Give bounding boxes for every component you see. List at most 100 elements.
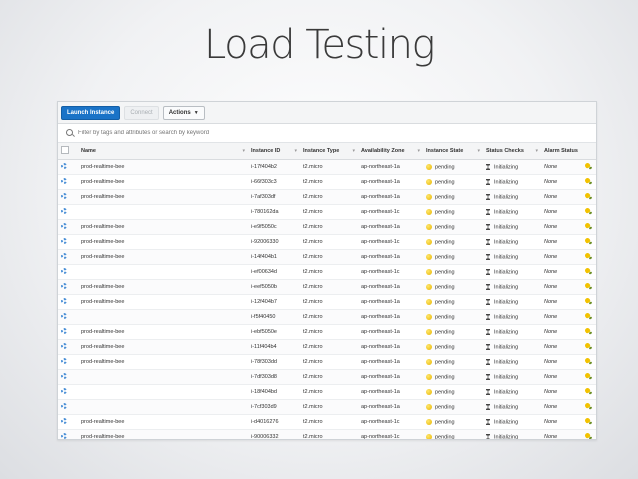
- cell-name[interactable]: [78, 309, 248, 325]
- table-row[interactable]: prod-realtime-bee i-14f404b1 t2.micro ap-no…: [58, 249, 596, 265]
- cell-instance-id[interactable]: i-d4016276: [248, 414, 300, 430]
- row-status-cell[interactable]: [58, 264, 78, 280]
- cell-instance-id[interactable]: i-7af303df: [248, 189, 300, 205]
- cell-name[interactable]: prod-realtime-bee: [78, 189, 248, 205]
- alarm-bell-icon[interactable]: [584, 252, 592, 260]
- row-status-cell[interactable]: [58, 354, 78, 370]
- cell-name[interactable]: prod-realtime-bee: [78, 219, 248, 235]
- row-status-cell[interactable]: [58, 159, 78, 175]
- table-row[interactable]: prod-realtime-bee i-11f404b4 t2.micro ap-no…: [58, 339, 596, 355]
- table-row[interactable]: i-7cf303d9 t2.micro ap-northeast-1a pending…: [58, 399, 596, 415]
- row-status-cell[interactable]: [58, 189, 78, 205]
- cell-alarm-action[interactable]: [581, 324, 596, 340]
- alarm-bell-icon[interactable]: [584, 207, 592, 215]
- cell-instance-id[interactable]: i-78f303dd: [248, 354, 300, 370]
- row-status-cell[interactable]: [58, 324, 78, 340]
- cell-alarm-action[interactable]: [581, 249, 596, 265]
- table-row[interactable]: prod-realtime-bee i-d4016276 t2.micro ap-no…: [58, 414, 596, 430]
- alarm-bell-icon[interactable]: [584, 387, 592, 395]
- table-row[interactable]: i-f5f40450 t2.micro ap-northeast-1a pending…: [58, 309, 596, 325]
- cell-instance-id[interactable]: i-17f404b2: [248, 159, 300, 175]
- cell-name[interactable]: prod-realtime-bee: [78, 414, 248, 430]
- cell-name[interactable]: prod-realtime-bee: [78, 249, 248, 265]
- cell-alarm-action[interactable]: [581, 159, 596, 175]
- alarm-bell-icon[interactable]: [584, 417, 592, 425]
- cell-name[interactable]: prod-realtime-bee: [78, 234, 248, 250]
- cell-name[interactable]: [78, 369, 248, 385]
- table-row[interactable]: prod-realtime-bee i-17f404b2 t2.micro ap-no…: [58, 159, 596, 175]
- alarm-bell-icon[interactable]: [584, 342, 592, 350]
- cell-alarm-action[interactable]: [581, 234, 596, 250]
- alarm-bell-icon[interactable]: [584, 282, 592, 290]
- cell-instance-id[interactable]: i-66f303c3: [248, 174, 300, 190]
- cell-name[interactable]: prod-realtime-bee: [78, 324, 248, 340]
- row-status-cell[interactable]: [58, 249, 78, 265]
- select-all-checkbox[interactable]: [61, 146, 69, 154]
- row-status-cell[interactable]: [58, 429, 78, 439]
- cell-instance-id[interactable]: i-f5f40450: [248, 309, 300, 325]
- alarm-bell-icon[interactable]: [584, 192, 592, 200]
- cell-alarm-action[interactable]: [581, 339, 596, 355]
- cell-name[interactable]: prod-realtime-bee: [78, 279, 248, 295]
- table-row[interactable]: prod-realtime-bee i-ebf5050e t2.micro ap-no…: [58, 324, 596, 340]
- row-status-cell[interactable]: [58, 399, 78, 415]
- cell-instance-id[interactable]: i-7df303d8: [248, 369, 300, 385]
- table-row[interactable]: i-18f404bd t2.micro ap-northeast-1a pending…: [58, 384, 596, 400]
- table-row[interactable]: i-7df303d8 t2.micro ap-northeast-1a pending…: [58, 369, 596, 385]
- cell-alarm-action[interactable]: [581, 264, 596, 280]
- table-row[interactable]: i-780162da t2.micro ap-northeast-1c pending…: [58, 204, 596, 220]
- table-row[interactable]: prod-realtime-bee i-eef5050b t2.micro ap-no…: [58, 279, 596, 295]
- table-row[interactable]: prod-realtime-bee i-12f404b7 t2.micro ap-no…: [58, 294, 596, 310]
- cell-name[interactable]: prod-realtime-bee: [78, 339, 248, 355]
- cell-instance-id[interactable]: i-7cf303d9: [248, 399, 300, 415]
- actions-dropdown[interactable]: Actions ▼: [162, 105, 205, 120]
- column-header-alarm-status[interactable]: Alarm Status: [541, 143, 596, 160]
- alarm-bell-icon[interactable]: [584, 297, 592, 305]
- cell-instance-id[interactable]: i-eef5050b: [248, 279, 300, 295]
- cell-instance-id[interactable]: i-90006332: [248, 429, 300, 439]
- cell-instance-id[interactable]: i-12f404b7: [248, 294, 300, 310]
- table-row[interactable]: prod-realtime-bee i-90006332 t2.micro ap-no…: [58, 429, 596, 439]
- cell-instance-id[interactable]: i-e9f5050c: [248, 219, 300, 235]
- cell-name[interactable]: prod-realtime-bee: [78, 354, 248, 370]
- table-row[interactable]: prod-realtime-bee i-7af303df t2.micro ap-no…: [58, 189, 596, 205]
- cell-instance-id[interactable]: i-11f404b4: [248, 339, 300, 355]
- alarm-bell-icon[interactable]: [584, 327, 592, 335]
- cell-alarm-action[interactable]: [581, 384, 596, 400]
- alarm-bell-icon[interactable]: [584, 372, 592, 380]
- alarm-bell-icon[interactable]: [584, 432, 592, 439]
- cell-alarm-action[interactable]: [581, 294, 596, 310]
- cell-alarm-action[interactable]: [581, 189, 596, 205]
- row-status-cell[interactable]: [58, 219, 78, 235]
- alarm-bell-icon[interactable]: [584, 177, 592, 185]
- alarm-bell-icon[interactable]: [584, 162, 592, 170]
- cell-name[interactable]: [78, 384, 248, 400]
- cell-instance-id[interactable]: i-92006330: [248, 234, 300, 250]
- table-row[interactable]: prod-realtime-bee i-92006330 t2.micro ap-no…: [58, 234, 596, 250]
- cell-instance-id[interactable]: i-14f404b1: [248, 249, 300, 265]
- connect-button[interactable]: Connect: [124, 105, 159, 120]
- cell-name[interactable]: [78, 264, 248, 280]
- row-status-cell[interactable]: [58, 414, 78, 430]
- cell-instance-id[interactable]: i-ef00634d: [248, 264, 300, 280]
- row-status-cell[interactable]: [58, 369, 78, 385]
- launch-instance-button[interactable]: Launch Instance: [61, 105, 121, 120]
- select-all-header[interactable]: [58, 143, 78, 160]
- cell-alarm-action[interactable]: [581, 354, 596, 370]
- cell-alarm-action[interactable]: [581, 309, 596, 325]
- alarm-bell-icon[interactable]: [584, 312, 592, 320]
- cell-name[interactable]: prod-realtime-bee: [78, 159, 248, 175]
- cell-alarm-action[interactable]: [581, 279, 596, 295]
- alarm-bell-icon[interactable]: [584, 237, 592, 245]
- filter-input[interactable]: [74, 130, 378, 136]
- cell-name[interactable]: [78, 399, 248, 415]
- cell-alarm-action[interactable]: [581, 429, 596, 439]
- row-status-cell[interactable]: [58, 174, 78, 190]
- column-header-instance-id[interactable]: Instance ID: [248, 143, 300, 160]
- table-row[interactable]: prod-realtime-bee i-78f303dd t2.micro ap-no…: [58, 354, 596, 370]
- row-status-cell[interactable]: [58, 384, 78, 400]
- column-header-availability-zone[interactable]: Availability Zone: [358, 143, 423, 160]
- alarm-bell-icon[interactable]: [584, 357, 592, 365]
- cell-name[interactable]: [78, 204, 248, 220]
- column-header-instance-type[interactable]: Instance Type: [300, 143, 358, 160]
